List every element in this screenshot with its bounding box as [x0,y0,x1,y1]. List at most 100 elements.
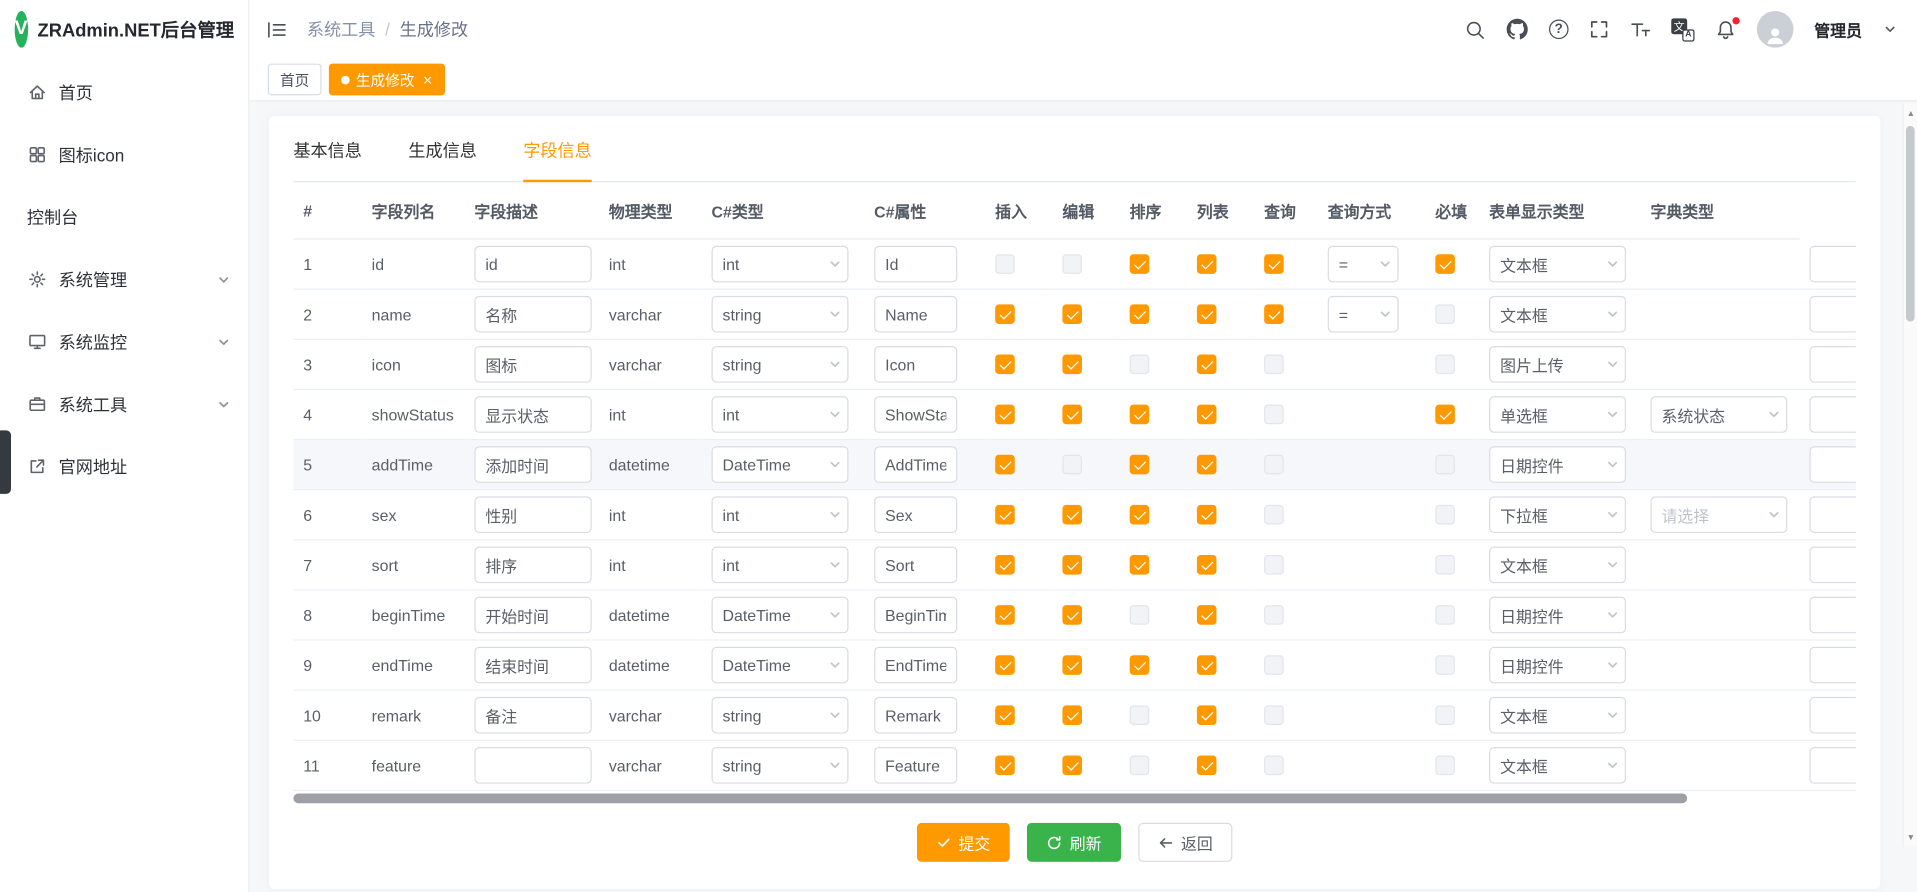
required-checkbox[interactable] [1435,606,1455,626]
field-description-input[interactable] [474,647,591,684]
extra-input[interactable] [1809,245,1855,282]
required-checkbox[interactable] [1435,706,1455,726]
field-description-input[interactable] [474,346,591,383]
csharp-type-select[interactable]: int [712,246,849,283]
query-checkbox[interactable] [1264,355,1284,375]
csharp-type-select[interactable]: string [712,296,849,333]
dict-type-select[interactable]: 系统状态 [1650,396,1787,433]
csharp-type-select[interactable]: string [712,697,849,734]
display-type-select[interactable]: 日期控件 [1489,647,1626,684]
edit-checkbox[interactable] [1062,355,1082,375]
query-checkbox[interactable] [1264,606,1284,626]
list-checkbox[interactable] [1197,555,1217,575]
sidebar-item-console[interactable]: 控制台 [0,186,248,248]
csharp-property-input[interactable] [874,446,957,483]
required-checkbox[interactable] [1435,355,1455,375]
field-description-input[interactable] [474,697,591,734]
extra-input[interactable] [1809,346,1855,383]
required-checkbox[interactable] [1435,656,1455,676]
sort-checkbox[interactable] [1130,455,1150,475]
extra-input[interactable] [1809,747,1855,784]
sort-checkbox[interactable] [1130,405,1150,425]
edit-checkbox[interactable] [1062,255,1082,275]
list-checkbox[interactable] [1197,455,1217,475]
app-logo[interactable]: V ZRAdmin.NET后台管理 [0,0,248,59]
submit-button[interactable]: 提交 [917,823,1010,862]
edit-checkbox[interactable] [1062,606,1082,626]
list-checkbox[interactable] [1197,756,1217,776]
query-checkbox[interactable] [1264,405,1284,425]
edit-checkbox[interactable] [1062,505,1082,525]
breadcrumb-section[interactable]: 系统工具 [307,17,375,41]
sort-checkbox[interactable] [1130,656,1150,676]
edit-checkbox[interactable] [1062,706,1082,726]
extra-input[interactable] [1809,296,1855,333]
display-type-select[interactable]: 文本框 [1489,296,1626,333]
required-checkbox[interactable] [1435,405,1455,425]
csharp-type-select[interactable]: DateTime [712,446,849,483]
refresh-button[interactable]: 刷新 [1027,823,1121,862]
display-type-select[interactable]: 日期控件 [1489,446,1626,483]
sidebar-item-system-monitor[interactable]: 系统监控 [0,311,248,373]
insert-checkbox[interactable] [995,555,1015,575]
back-button[interactable]: 返回 [1138,823,1232,862]
csharp-property-input[interactable] [874,597,957,634]
notification-icon[interactable] [1715,19,1736,40]
sort-checkbox[interactable] [1130,305,1150,325]
list-checkbox[interactable] [1197,355,1217,375]
query-checkbox[interactable] [1264,555,1284,575]
query-checkbox[interactable] [1264,656,1284,676]
display-type-select[interactable]: 文本框 [1489,697,1626,734]
insert-checkbox[interactable] [995,756,1015,776]
chevron-down-icon[interactable] [1883,22,1898,37]
list-checkbox[interactable] [1197,505,1217,525]
insert-checkbox[interactable] [995,455,1015,475]
csharp-property-input[interactable] [874,697,957,734]
csharp-type-select[interactable]: string [712,747,849,784]
insert-checkbox[interactable] [995,706,1015,726]
query-checkbox[interactable] [1264,706,1284,726]
language-icon[interactable]: 文A [1671,18,1694,41]
insert-checkbox[interactable] [995,355,1015,375]
extra-input[interactable] [1809,597,1855,634]
csharp-property-input[interactable] [874,496,957,533]
query-checkbox[interactable] [1264,505,1284,525]
vertical-scrollbar[interactable]: ▲ ▼ [1902,104,1917,847]
edit-checkbox[interactable] [1062,555,1082,575]
display-type-select[interactable]: 图片上传 [1489,346,1626,383]
csharp-property-input[interactable] [874,546,957,583]
csharp-property-input[interactable] [874,296,957,333]
sort-checkbox[interactable] [1130,505,1150,525]
horizontal-scrollbar-thumb[interactable] [293,793,1687,803]
field-description-input[interactable] [474,597,591,634]
required-checkbox[interactable] [1435,756,1455,776]
list-checkbox[interactable] [1197,706,1217,726]
required-checkbox[interactable] [1435,555,1455,575]
sort-checkbox[interactable] [1130,706,1150,726]
extra-input[interactable] [1809,396,1855,433]
page-tag-generate-edit[interactable]: 生成修改 × [329,64,445,96]
extra-input[interactable] [1809,496,1855,533]
extra-input[interactable] [1809,446,1855,483]
csharp-type-select[interactable]: DateTime [712,647,849,684]
list-checkbox[interactable] [1197,656,1217,676]
csharp-type-select[interactable]: int [712,496,849,533]
query-checkbox[interactable] [1264,255,1284,275]
fullscreen-icon[interactable] [1589,20,1609,40]
field-description-input[interactable] [474,496,591,533]
csharp-property-input[interactable] [874,346,957,383]
github-icon[interactable] [1506,18,1528,40]
display-type-select[interactable]: 文本框 [1489,546,1626,583]
edit-checkbox[interactable] [1062,455,1082,475]
field-description-input[interactable] [474,396,591,433]
scroll-down-icon[interactable]: ▼ [1904,830,1917,845]
edit-checkbox[interactable] [1062,305,1082,325]
insert-checkbox[interactable] [995,255,1015,275]
help-icon[interactable]: ? [1549,20,1569,40]
insert-checkbox[interactable] [995,305,1015,325]
insert-checkbox[interactable] [995,505,1015,525]
sort-checkbox[interactable] [1130,355,1150,375]
csharp-type-select[interactable]: DateTime [712,597,849,634]
sidebar-item-system-tools[interactable]: 系统工具 [0,373,248,435]
field-description-input[interactable] [474,296,591,333]
